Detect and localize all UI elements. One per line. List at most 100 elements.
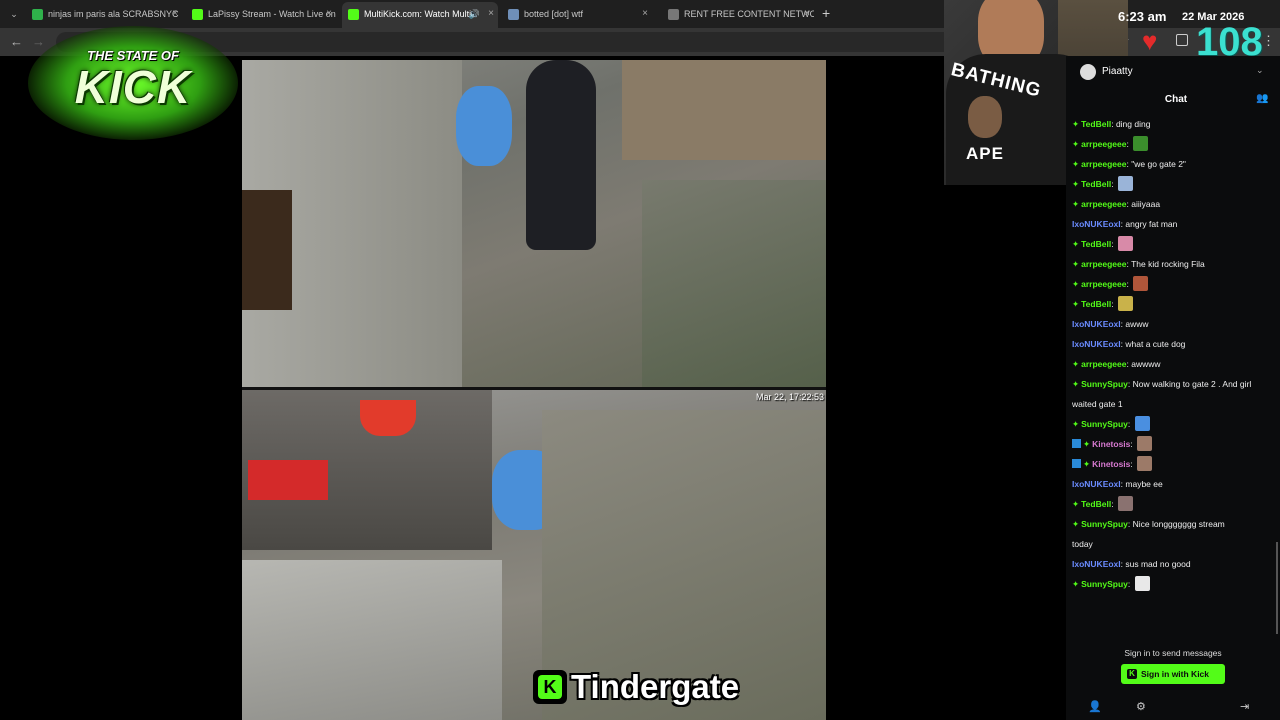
subscriber-badge-icon xyxy=(1072,459,1081,468)
chat-message: IxoNUKEoxI: angry fat man xyxy=(1072,214,1278,234)
channel-name: Piaatty xyxy=(1102,66,1133,77)
emote-icon xyxy=(1137,456,1153,471)
chat-username[interactable]: SunnySpuy xyxy=(1081,379,1128,389)
globe-icon xyxy=(508,9,519,20)
browser-tab[interactable]: RENT FREE CONTENT NETWORK× xyxy=(662,2,814,28)
chat-message: ✦ arrpeegeee: awwww xyxy=(1072,354,1278,374)
users-icon[interactable]: 👥 xyxy=(1256,93,1268,104)
page-icon xyxy=(668,9,679,20)
browser-tab[interactable]: ninjas im paris ala SCRABSNYC × xyxy=(26,2,182,28)
chat-username[interactable]: SunnySpuy xyxy=(1081,419,1128,429)
chat-message-text: waited gate 1 xyxy=(1072,399,1123,409)
browser-menu-icon[interactable]: ⋮ xyxy=(1262,33,1275,49)
tab-label: MultiKick.com: Watch Multi xyxy=(364,9,472,19)
chat-message: ✦ Kinetosis: xyxy=(1072,454,1278,474)
username-separator: : xyxy=(1130,459,1136,469)
chat-message: ✦ TedBell: ding ding xyxy=(1072,114,1278,134)
chat-username[interactable]: TedBell xyxy=(1081,179,1111,189)
browser-tab[interactable]: botted [dot] wtf × xyxy=(502,2,652,28)
gear-icon[interactable]: ⚙ xyxy=(1136,700,1146,713)
chat-username[interactable]: IxoNUKEoxI xyxy=(1072,319,1121,329)
sparkle-badge-icon: ✦ xyxy=(1072,179,1080,189)
chat-username[interactable]: arrpeegeee xyxy=(1081,359,1126,369)
chat-username[interactable]: arrpeegeee xyxy=(1081,139,1126,149)
chat-username[interactable]: arrpeegeee xyxy=(1081,199,1126,209)
chat-message-text: today xyxy=(1072,539,1093,549)
state-of-kick-logo: THE STATE OF KICK xyxy=(28,26,238,140)
chat-message: ✦ TedBell: xyxy=(1072,294,1278,314)
sparkle-badge-icon: ✦ xyxy=(1072,239,1080,249)
emote-icon xyxy=(1117,236,1133,251)
logo-line2: KICK xyxy=(74,61,192,113)
chat-message: IxoNUKEoxI: what a cute dog xyxy=(1072,334,1278,354)
video-player[interactable]: Mar 22, 17:22:53 xyxy=(242,60,826,720)
chat-message-text: "we go gate 2" xyxy=(1131,159,1186,169)
tab-close-icon[interactable]: × xyxy=(642,2,648,26)
chat-username[interactable]: IxoNUKEoxI xyxy=(1072,219,1121,229)
chat-message: ✦ TedBell: xyxy=(1072,494,1278,514)
wooden-door xyxy=(242,190,292,310)
chat-message: IxoNUKEoxI: awww xyxy=(1072,314,1278,334)
chat-message-text: The kid rocking Fila xyxy=(1131,259,1205,269)
chat-username[interactable]: SunnySpuy xyxy=(1081,579,1128,589)
username-separator: : xyxy=(1111,179,1116,189)
chat-message: ✦ Kinetosis: xyxy=(1072,434,1278,454)
chat-username[interactable]: IxoNUKEoxI xyxy=(1072,479,1121,489)
logout-icon[interactable]: ⇥ xyxy=(1240,700,1249,713)
chat-username[interactable]: arrpeegeee xyxy=(1081,279,1126,289)
add-user-icon[interactable]: 👤 xyxy=(1088,700,1102,713)
play-icon xyxy=(32,9,43,20)
tab-close-icon[interactable]: × xyxy=(326,2,332,26)
chat-message-text: awww xyxy=(1125,319,1149,329)
video-top-pane xyxy=(242,60,826,387)
browser-tab[interactable]: LaPissy Stream - Watch Live on × xyxy=(186,2,336,28)
channel-avatar xyxy=(1080,64,1096,80)
chat-username[interactable]: TedBell xyxy=(1081,119,1111,129)
chat-username[interactable]: TedBell xyxy=(1081,499,1111,509)
chat-username[interactable]: arrpeegeee xyxy=(1081,159,1126,169)
sparkle-badge-icon: ✦ xyxy=(1072,519,1080,529)
concrete-ledge xyxy=(242,560,502,720)
caption-word: Tindergate xyxy=(571,668,740,705)
kick-icon: K xyxy=(1127,669,1137,679)
chat-message: ✦ SunnySpuy: Now walking to gate 2 . And … xyxy=(1072,374,1278,394)
signin-button[interactable]: K Sign in with Kick xyxy=(1121,664,1225,684)
ape-logo-icon xyxy=(968,96,1002,138)
red-bucket xyxy=(360,400,416,436)
browser-tab[interactable]: MultiKick.com: Watch Multi 🔊 × xyxy=(342,2,498,28)
emote-icon xyxy=(1117,496,1133,511)
chat-username[interactable]: Kinetosis xyxy=(1092,439,1130,449)
tab-close-icon[interactable]: × xyxy=(804,2,810,26)
chat-scrollbar[interactable] xyxy=(1276,542,1278,634)
chat-username[interactable]: IxoNUKEoxI xyxy=(1072,559,1121,569)
chat-message-text: ding ding xyxy=(1115,119,1151,129)
kick-k-letter: K xyxy=(538,675,562,699)
extensions-icon[interactable] xyxy=(1176,34,1188,46)
tab-close-icon[interactable]: × xyxy=(172,2,178,26)
tab-label: RENT FREE CONTENT NETWORK xyxy=(684,9,814,19)
sparkle-badge-icon: ✦ xyxy=(1072,579,1080,589)
chat-username[interactable]: TedBell xyxy=(1081,299,1111,309)
chat-message-text: Now walking to gate 2 . And girl xyxy=(1132,379,1252,389)
emote-icon xyxy=(1134,576,1150,591)
tab-close-icon[interactable]: × xyxy=(488,2,494,26)
speaker-icon[interactable]: 🔊 xyxy=(469,2,480,26)
chat-message: ✦ TedBell: xyxy=(1072,174,1278,194)
subscriber-badge-icon xyxy=(1072,439,1081,448)
chat-username[interactable]: arrpeegeee xyxy=(1081,259,1126,269)
tab-search-icon[interactable]: ⌄ xyxy=(6,6,22,22)
chat-message: IxoNUKEoxI: maybe ee xyxy=(1072,474,1278,494)
emote-icon xyxy=(1134,416,1150,431)
chat-username[interactable]: IxoNUKEoxI xyxy=(1072,339,1121,349)
signin-button-label: Sign in with Kick xyxy=(1141,669,1210,679)
chat-username[interactable]: TedBell xyxy=(1081,239,1111,249)
emote-icon xyxy=(1137,436,1153,451)
chat-username[interactable]: SunnySpuy xyxy=(1081,519,1128,529)
wooden-fence xyxy=(622,60,826,160)
back-icon[interactable]: ← xyxy=(10,34,23,50)
new-tab-button[interactable]: + xyxy=(822,6,830,20)
kick-icon xyxy=(192,9,203,20)
chat-username[interactable]: Kinetosis xyxy=(1092,459,1130,469)
chevron-down-icon[interactable]: ⌄ xyxy=(1256,65,1264,76)
chat-message-text: maybe ee xyxy=(1125,479,1163,489)
